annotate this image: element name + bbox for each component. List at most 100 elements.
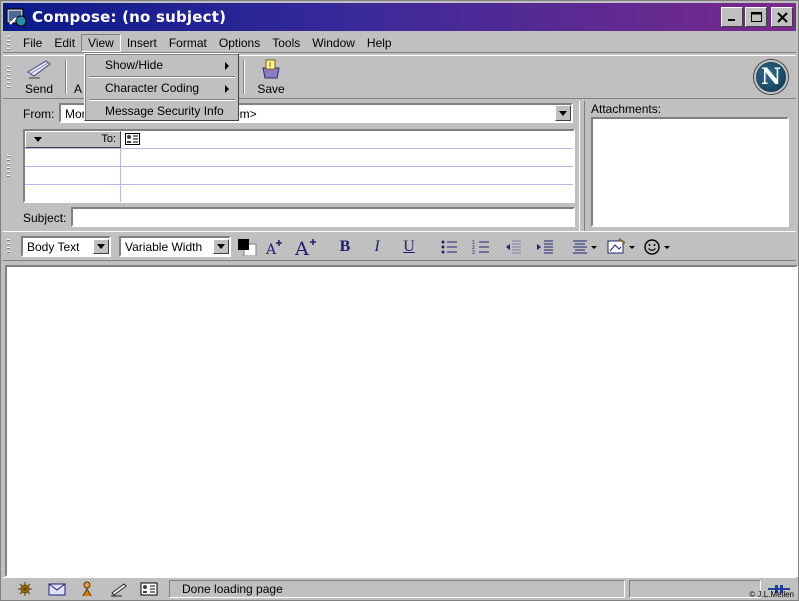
bold-glyph: B: [339, 238, 351, 255]
svg-text:3: 3: [472, 250, 475, 255]
send-button[interactable]: Send: [19, 58, 59, 98]
menu-view-label: View: [88, 35, 114, 50]
window-controls: [721, 7, 793, 27]
from-dropdown-button[interactable]: [555, 105, 571, 121]
underline-glyph: U: [403, 238, 415, 255]
address-grip[interactable]: [3, 103, 10, 229]
mail-icon[interactable]: [47, 581, 67, 597]
submenu-arrow-icon: [225, 62, 229, 70]
font-size-icon: A: [265, 240, 282, 256]
status-progress-area: [629, 580, 761, 598]
align-button[interactable]: [571, 238, 599, 256]
bold-button[interactable]: B: [335, 238, 355, 256]
paragraph-style-select[interactable]: Body Text: [21, 236, 111, 257]
recipient-type-select[interactable]: To:: [25, 131, 121, 148]
style-dropdown-button[interactable]: [93, 239, 109, 254]
recipient-type-cell[interactable]: [25, 149, 121, 166]
compose-window: Compose: (no subject) File Edit View Ins…: [0, 0, 799, 601]
composer-icon[interactable]: [109, 581, 129, 597]
smiley-button[interactable]: [643, 238, 673, 256]
menu-item-message-security-info[interactable]: Message Security Info: [89, 101, 235, 121]
subject-input[interactable]: [71, 207, 575, 227]
font-value: Variable Width: [125, 240, 203, 254]
message-security-info-label: Message Security Info: [105, 104, 224, 118]
insert-object-button[interactable]: [607, 238, 637, 256]
save-icon: [262, 59, 280, 79]
recipient-type-cell[interactable]: [25, 167, 121, 184]
menu-window[interactable]: Window: [306, 34, 361, 52]
format-toolbar: Body Text Variable Width A A B I U 123: [3, 231, 796, 261]
menu-item-show-hide[interactable]: Show/Hide: [89, 55, 235, 75]
recipient-type-cell[interactable]: [25, 185, 121, 202]
menu-item-character-coding[interactable]: Character Coding: [89, 78, 235, 98]
menu-options-label: Options: [218, 35, 261, 50]
recipient-row[interactable]: To:: [25, 131, 573, 149]
format-grip[interactable]: [3, 232, 10, 260]
toolbar-separator: [243, 60, 245, 94]
menu-format[interactable]: Format: [163, 34, 213, 52]
menu-insert-label: Insert: [126, 35, 157, 50]
menu-format-label: Format: [168, 35, 207, 50]
attachments-list[interactable]: [591, 117, 789, 227]
align-center-icon: [573, 240, 597, 254]
menu-bar: File Edit View Insert Format Options Too…: [3, 33, 796, 53]
save-button[interactable]: Save: [251, 58, 291, 98]
netscape-logo[interactable]: N: [754, 60, 788, 94]
outdent-button[interactable]: [503, 238, 523, 256]
menu-file[interactable]: File: [17, 34, 48, 52]
svg-text:A: A: [265, 242, 277, 256]
recipient-row[interactable]: [25, 167, 573, 185]
menu-tools[interactable]: Tools: [266, 34, 306, 52]
font-select[interactable]: Variable Width: [119, 236, 231, 257]
show-hide-label: Show/Hide: [105, 58, 164, 72]
compose-app-icon[interactable]: [6, 6, 28, 28]
recipient-row[interactable]: [25, 149, 573, 167]
address-book-icon[interactable]: [139, 581, 159, 597]
screenshot-credit: © J.L.Mellen: [749, 590, 794, 599]
outdent-icon: [506, 240, 521, 254]
underline-button[interactable]: U: [399, 238, 419, 256]
minimize-button[interactable]: [721, 7, 743, 27]
font-size-increase-button[interactable]: A: [295, 238, 319, 257]
numbered-list-button[interactable]: 123: [471, 238, 491, 256]
menu-help[interactable]: Help: [361, 34, 398, 52]
address-label-partial: A: [73, 82, 82, 96]
chevron-down-icon: [217, 244, 225, 249]
to-label: To:: [101, 133, 116, 145]
send-icon: [27, 60, 51, 79]
subject-label: Subject:: [23, 211, 67, 225]
menu-help-label: Help: [366, 35, 392, 50]
recipient-row[interactable]: [25, 185, 573, 203]
attachments-label: Attachments:: [591, 102, 662, 116]
font-size-decrease-button[interactable]: A: [265, 238, 285, 256]
instant-message-icon[interactable]: [77, 581, 97, 597]
menu-file-label: File: [23, 35, 43, 50]
toolbar-grip[interactable]: [3, 56, 10, 98]
attachments-pane: Attachments:: [589, 101, 796, 231]
message-body-editor[interactable]: [5, 265, 798, 577]
bullet-list-button[interactable]: [439, 238, 459, 256]
text-color-icon: [238, 239, 257, 256]
close-icon: [776, 11, 788, 23]
character-coding-label: Character Coding: [105, 81, 200, 95]
menu-insert[interactable]: Insert: [121, 34, 163, 52]
menubar-grip[interactable]: [3, 33, 10, 52]
pane-splitter[interactable]: [579, 101, 585, 231]
minimize-icon: [728, 19, 735, 21]
chevron-down-icon: [97, 244, 105, 249]
title-bar[interactable]: Compose: (no subject): [3, 3, 796, 31]
indent-button[interactable]: [535, 238, 555, 256]
menu-options[interactable]: Options: [213, 34, 266, 52]
menu-window-label: Window: [312, 35, 355, 50]
menu-view[interactable]: View: [81, 33, 121, 52]
view-menu-dropdown: Show/Hide Character Coding Message Secur…: [84, 53, 239, 121]
text-color-button[interactable]: [237, 238, 257, 256]
send-label: Send: [24, 82, 54, 96]
maximize-button[interactable]: [745, 7, 767, 27]
italic-glyph: I: [374, 238, 380, 255]
menu-edit[interactable]: Edit: [48, 34, 81, 52]
italic-button[interactable]: I: [367, 238, 387, 256]
font-dropdown-button[interactable]: [213, 239, 229, 254]
close-button[interactable]: [771, 7, 793, 27]
navigator-icon[interactable]: [15, 581, 35, 597]
